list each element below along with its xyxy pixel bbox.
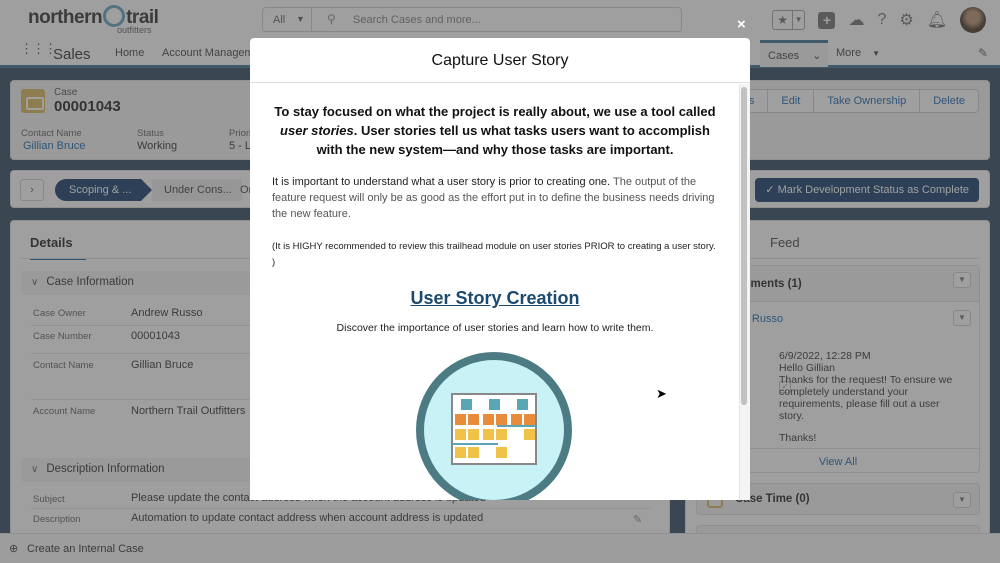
modal-body: To stay focused on what the project is r… bbox=[250, 84, 750, 500]
importance-paragraph: It is important to understand what a use… bbox=[272, 174, 718, 222]
trailhead-module-link[interactable]: User Story Creation bbox=[250, 288, 740, 309]
intro-italic: user stories bbox=[280, 123, 354, 138]
board-icon bbox=[451, 393, 537, 465]
intro-text: To stay focused on what the project is r… bbox=[272, 102, 718, 159]
intro-part: To stay focused on what the project is r… bbox=[274, 104, 716, 119]
recommendation-note: (It is HIGHY recommended to review this … bbox=[272, 241, 716, 268]
paragraph-lead: It is important to understand what a use… bbox=[272, 176, 611, 188]
capture-user-story-modal: Capture User Story To stay focused on wh… bbox=[250, 38, 750, 500]
modal-title: Capture User Story bbox=[250, 38, 750, 83]
intro-part: . User stories tell us what tasks users … bbox=[316, 123, 710, 157]
close-icon[interactable]: × bbox=[737, 16, 746, 33]
mouse-pointer-icon: ➤ bbox=[656, 386, 667, 401]
kanban-board-badge-icon[interactable] bbox=[416, 352, 572, 500]
modal-scrollbar-thumb[interactable] bbox=[741, 87, 747, 405]
module-description: Discover the importance of user stories … bbox=[336, 322, 654, 334]
